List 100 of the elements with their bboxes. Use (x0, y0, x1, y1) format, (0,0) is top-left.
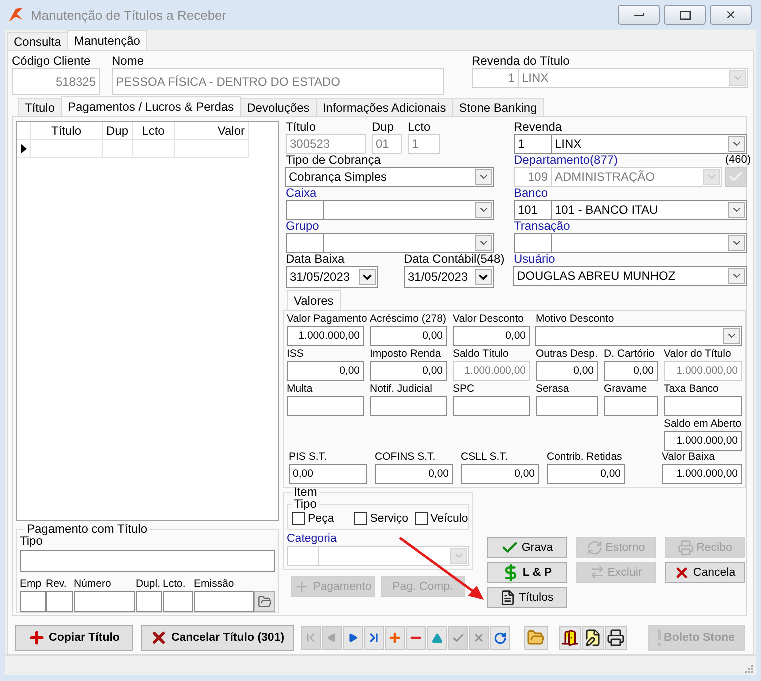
refresh-icon (494, 632, 506, 644)
app-logo-icon (7, 6, 25, 24)
action-button[interactable]: Grava (487, 537, 567, 558)
field-label: Serasa (536, 383, 570, 396)
column-header[interactable]: Lcto (133, 122, 175, 140)
checkbox[interactable] (292, 512, 305, 525)
field-label: Emp (20, 578, 42, 591)
dropdown[interactable] (535, 326, 742, 346)
checkbox-label: Veículo (430, 512, 468, 524)
tab[interactable]: Devoluções (240, 98, 317, 116)
input-field[interactable]: 0,00 (370, 326, 447, 346)
field-label: Rev. (46, 578, 67, 591)
input-field[interactable] (286, 200, 324, 220)
input-field[interactable] (287, 396, 364, 416)
open-folder-button[interactable] (254, 591, 275, 612)
field-label: CSLL S.T. (461, 451, 508, 464)
tab[interactable]: Consulta (7, 32, 68, 50)
tab[interactable]: Valores (287, 290, 341, 310)
triangle-up-icon (432, 632, 442, 644)
date-field[interactable]: 31/05/2023 (286, 266, 378, 288)
input-field[interactable] (136, 591, 162, 612)
tab[interactable]: Pagamentos / Lucros & Perdas (61, 96, 242, 116)
input-field[interactable] (46, 591, 73, 612)
input-field[interactable] (453, 396, 530, 416)
input-field[interactable] (286, 233, 324, 253)
copy-title-button[interactable]: Copiar Título (15, 625, 133, 651)
field-label: Saldo Título (453, 348, 509, 361)
input-field[interactable]: 0,00 (461, 464, 539, 484)
input-field[interactable]: 0,00 (289, 464, 367, 484)
dropdown-button[interactable] (359, 269, 376, 285)
dropdown[interactable]: 101 - BANCO ITAU (551, 200, 747, 220)
check-icon (452, 632, 464, 644)
field-label: Multa (287, 383, 313, 396)
tab[interactable]: Manutenção (67, 30, 148, 50)
input-field[interactable]: 0,00 (604, 361, 658, 381)
field-label: Código Cliente (12, 55, 91, 68)
input-field[interactable]: 0,00 (375, 464, 453, 484)
field-label: Transação (514, 220, 570, 233)
input-field[interactable]: 0,00 (453, 326, 530, 346)
tab[interactable]: Título (18, 98, 62, 116)
input-field[interactable]: 1.000.000,00 (287, 326, 364, 346)
input-field[interactable]: 1 (514, 134, 552, 154)
input-field[interactable]: 101 (514, 200, 552, 220)
dropdown[interactable] (323, 200, 494, 220)
input-field[interactable] (664, 396, 742, 416)
input-field[interactable] (20, 550, 275, 572)
action-button[interactable]: Títulos (487, 587, 567, 608)
tab[interactable]: Stone Banking (452, 98, 544, 116)
input-field[interactable] (604, 396, 658, 416)
input-field[interactable]: 0,00 (370, 361, 447, 381)
input-field[interactable] (163, 591, 193, 612)
tool-button[interactable] (559, 626, 581, 650)
input-field[interactable] (514, 233, 552, 253)
input-field[interactable]: 0,00 (547, 464, 625, 484)
dropdown-button[interactable] (475, 269, 492, 285)
input-field[interactable] (536, 396, 598, 416)
field-label: Valor Pagamento (287, 313, 368, 326)
input-field[interactable] (194, 591, 254, 612)
column-header[interactable]: Dup (103, 122, 133, 140)
field-label: D. Cartório (604, 348, 655, 361)
edit-record-button[interactable] (427, 626, 447, 650)
add-record-button[interactable] (385, 626, 405, 650)
triangle-left-icon (327, 633, 337, 643)
tool-button[interactable] (605, 626, 627, 650)
tool-button[interactable] (582, 626, 604, 650)
minimize-icon (634, 13, 644, 17)
action-button[interactable]: Cancela (665, 562, 745, 583)
dropdown[interactable]: Cobrança Simples (285, 167, 494, 187)
input-field[interactable] (74, 591, 135, 612)
dropdown[interactable]: LINX (551, 134, 747, 154)
checkbox[interactable] (414, 512, 428, 525)
last-record-button[interactable] (364, 626, 384, 650)
cancel-title-button[interactable]: Cancelar Título (301) (141, 625, 294, 651)
dropdown[interactable] (551, 233, 747, 253)
close-button[interactable] (710, 5, 752, 25)
dropdown[interactable]: DOUGLAS ABREU MUNHOZ (513, 266, 747, 286)
field-label: Outras Desp. (536, 348, 598, 361)
count-label: (460) (725, 154, 751, 167)
input-field[interactable]: 0,00 (287, 361, 364, 381)
checkbox[interactable] (354, 512, 368, 525)
maximize-button[interactable] (664, 5, 706, 25)
field-label: Número (74, 578, 112, 591)
input-field[interactable] (370, 396, 447, 416)
input-field[interactable] (20, 591, 46, 612)
input-field[interactable]: 1.000.000,00 (662, 464, 742, 484)
refresh-button[interactable] (490, 626, 510, 650)
tab[interactable]: Informações Adicionais (316, 98, 454, 116)
input-field[interactable]: 1.000.000,00 (664, 431, 742, 451)
minimize-button[interactable] (618, 5, 660, 25)
group-title: Tipo (293, 498, 318, 510)
action-button[interactable]: L & P (487, 562, 567, 583)
field-label: ISS (287, 348, 304, 361)
column-header[interactable]: Título (31, 122, 103, 140)
field-label: Usuário (514, 253, 556, 266)
date-field[interactable]: 31/05/2023 (404, 266, 494, 288)
delete-record-button[interactable] (406, 626, 426, 650)
next-record-button[interactable] (343, 626, 363, 650)
column-header[interactable]: Valor (175, 122, 249, 140)
input-field[interactable]: 0,00 (536, 361, 598, 381)
dropdown[interactable] (323, 233, 494, 253)
